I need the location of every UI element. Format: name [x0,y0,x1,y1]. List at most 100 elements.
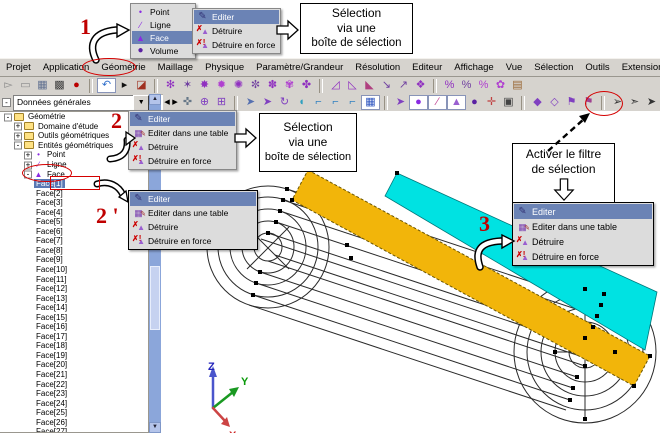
toolbar-icon[interactable]: ▻ [0,78,17,93]
toolbar-icon[interactable]: ↻ [276,95,293,110]
tree-item-gomtrie[interactable]: -Géométrie [0,112,148,122]
tree-item-face4[interactable]: Face[4] [0,207,148,217]
toolbar-icon[interactable]: ▣ [500,95,517,110]
menu-item-d-truire-en-force[interactable]: ✗!▲Détruire en force [194,38,279,52]
toolbar-icon[interactable]: ▲ [447,95,466,110]
tree-item-face6[interactable]: Face[6] [0,227,148,237]
toolbar-icon[interactable]: ⌐ [327,95,344,110]
tree-item-face18[interactable]: Face[18] [0,341,148,351]
toolbar-icon[interactable]: ✺ [230,78,247,93]
toolbar-icon[interactable]: ✻ [162,78,179,93]
menu-item-d-truire[interactable]: ✗▲Détruire [130,140,235,154]
toolbar-icon[interactable]: ◺ [344,78,361,93]
tree-item-face25[interactable]: Face[25] [0,408,148,418]
menu-item-editer-dans-une-table[interactable]: ▦✎Editer dans une table [514,219,652,234]
menubar-item-rsolution[interactable]: Résolution [349,60,406,76]
toolbar-icon[interactable]: ⊕ [196,95,213,110]
toolbar-icon[interactable]: ✼ [247,78,264,93]
toolbar-icon[interactable]: ▦ [34,78,51,93]
panel-collapse-toggle[interactable]: - [2,98,11,107]
tree-item-face16[interactable]: Face[16] [0,322,148,332]
toolbar-icon[interactable]: ◪ [133,78,150,93]
menubar-item-affichage[interactable]: Affichage [448,60,499,76]
menu-item-d-truire[interactable]: ✗▲Détruire [514,234,652,249]
toolbar-icon[interactable]: ▤ [509,78,526,93]
toolbar-icon[interactable]: ➤ [242,95,259,110]
toolbar-icon[interactable]: ✿ [492,78,509,93]
scroll-down-button[interactable]: ▼ [149,422,161,433]
menubar-item-projet[interactable]: Projet [0,60,37,76]
menubar-item-maillage[interactable]: Maillage [152,60,199,76]
toolbar-icon[interactable]: % [458,78,475,93]
toolbar-icon[interactable]: ⌐ [344,95,361,110]
toolbar-icon[interactable]: ▦ [361,95,380,110]
toolbar-icon[interactable]: ◣ [361,78,378,93]
collapse-toggle[interactable]: - [4,113,12,121]
tree-item-face23[interactable]: Face[23] [0,389,148,399]
toolbar-icon[interactable]: ✸ [196,78,213,93]
tree-item-face10[interactable]: Face[10] [0,265,148,275]
toolbar-icon[interactable]: ▭ [17,78,34,93]
expand-toggle[interactable]: + [14,123,22,131]
toolbar-icon[interactable]: % [475,78,492,93]
toolbar-icon[interactable]: ⌐ [310,95,327,110]
tree-item-face27[interactable]: Face[27] [0,427,148,433]
toolbar-icon[interactable]: ▸ [171,95,179,110]
tree-item-face11[interactable]: Face[11] [0,274,148,284]
toolbar-icon[interactable]: ◿ [327,78,344,93]
menu-item-point[interactable]: •Point [132,5,194,18]
expand-toggle[interactable]: + [24,151,32,159]
toolbar-icon[interactable]: ◖ [293,95,310,110]
tree-item-face15[interactable]: Face[15] [0,312,148,322]
tree-item-face20[interactable]: Face[20] [0,360,148,370]
menubar-item-editeur[interactable]: Editeur [406,60,448,76]
toolbar-icon[interactable]: ● [409,95,428,110]
expand-toggle[interactable]: + [14,132,22,140]
toolbar-icon[interactable]: ✶ [179,78,196,93]
menu-item-editer[interactable]: ✎Editer [130,112,235,126]
toolbar-icon[interactable]: ✤ [298,78,315,93]
menubar-item-paramtregrandeur[interactable]: Paramètre/Grandeur [250,60,349,76]
menubar-item-extensions[interactable]: Extensions [616,60,660,76]
toolbar-icon[interactable]: ➤ [259,95,276,110]
toolbar-icon[interactable]: % [441,78,458,93]
toolbar-icon[interactable]: ⊞ [213,95,230,110]
menu-item-editer[interactable]: ✎Editer [514,204,652,219]
toolbar-icon[interactable]: ● [466,95,483,110]
menu-item-volume[interactable]: ●Volume [132,44,194,57]
toolbar-icon[interactable]: ✽ [264,78,281,93]
menu-item-editer[interactable]: ✎Editer [130,192,256,206]
menu-item-editer-dans-une-table[interactable]: ▦✎Editer dans une table [130,126,235,140]
toolbar-icon[interactable]: ➣ [626,95,643,110]
toolbar-icon[interactable]: ➤ [392,95,409,110]
menu-item-face[interactable]: ▲Face [132,31,194,44]
menu-item-d-truire[interactable]: ✗▲Détruire [194,24,279,38]
combo-dropdown-button[interactable]: ▼ [133,95,149,111]
scroll-up-button[interactable]: ▲ [149,94,161,105]
toolbar-icon[interactable]: ✾ [281,78,298,93]
menubar-item-slection[interactable]: Sélection [528,60,579,76]
toolbar-icon[interactable]: ↶ [97,78,116,93]
tree-item-face5[interactable]: Face[5] [0,217,148,227]
collapse-toggle[interactable]: - [14,142,22,150]
tree-item-face13[interactable]: Face[13] [0,293,148,303]
menu-item-ligne[interactable]: ∕Ligne [132,18,194,31]
toolbar-icon[interactable]: ✜ [179,95,196,110]
toolbar-icon[interactable]: ✛ [483,95,500,110]
toolbar-icon[interactable]: ✹ [213,78,230,93]
menubar-item-physique[interactable]: Physique [199,60,250,76]
toolbar-icon[interactable]: ● [68,78,85,93]
tree-item-face21[interactable]: Face[21] [0,370,148,380]
menu-item-editer[interactable]: ✎Editer [194,10,279,24]
toolbar-icon[interactable]: ▩ [51,78,68,93]
menu-item-d-truire[interactable]: ✗▲Détruire [130,220,256,234]
tree-item-face19[interactable]: Face[19] [0,351,148,361]
menu-item-d-truire-en-force[interactable]: ✗!▲Détruire en force [514,249,652,264]
tree-item-face14[interactable]: Face[14] [0,303,148,313]
tree-item-face8[interactable]: Face[8] [0,246,148,256]
tree-item-face24[interactable]: Face[24] [0,398,148,408]
menubar-item-vue[interactable]: Vue [500,60,529,76]
tree-item-face22[interactable]: Face[22] [0,379,148,389]
menu-item-d-truire-en-force[interactable]: ✗!▲Détruire en force [130,154,235,168]
toolbar-icon[interactable]: ▸ [116,78,133,93]
